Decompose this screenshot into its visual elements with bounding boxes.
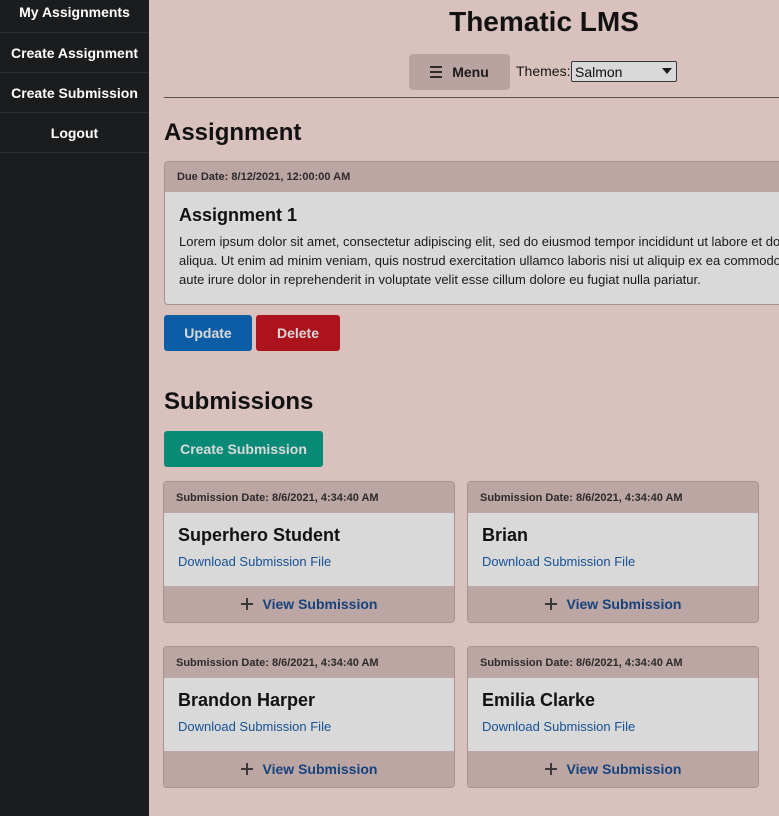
submission-date: Submission Date: 8/6/2021, 4:34:40 AM — [164, 647, 454, 678]
menu-button-label: Menu — [452, 64, 489, 80]
submission-date: Submission Date: 8/6/2021, 4:34:40 AM — [468, 647, 758, 678]
delete-button[interactable]: Delete — [256, 315, 340, 351]
view-submission-button[interactable]: View Submission — [164, 586, 454, 622]
menu-button[interactable]: Menu — [409, 54, 510, 90]
download-submission-link[interactable]: Download Submission File — [482, 719, 758, 734]
submission-card: Submission Date: 8/6/2021, 4:34:40 AM Br… — [467, 481, 759, 623]
submissions-heading: Submissions — [164, 388, 314, 415]
hamburger-icon — [430, 66, 443, 78]
main-content: Thematic LMS Menu Themes: Salmon Assignm… — [149, 0, 779, 816]
create-submission-button[interactable]: Create Submission — [164, 431, 323, 467]
assignment-due-date: Due Date: 8/12/2021, 12:00:00 AM — [165, 162, 779, 192]
assignment-description: Lorem ipsum dolor sit amet, consectetur … — [179, 232, 779, 289]
submission-student-name: Superhero Student — [178, 525, 341, 545]
submission-card: Submission Date: 8/6/2021, 4:34:40 AM Br… — [163, 646, 455, 788]
themes-label: Themes: — [516, 63, 571, 79]
assignment-title: Assignment 1 — [179, 205, 298, 225]
assignment-card: Due Date: 8/12/2021, 12:00:00 AM Assignm… — [164, 161, 779, 305]
sidebar-item-create-submission[interactable]: Create Submission — [0, 73, 149, 113]
download-submission-link[interactable]: Download Submission File — [482, 554, 758, 569]
submission-date: Submission Date: 8/6/2021, 4:34:40 AM — [164, 482, 454, 513]
theme-select-value: Salmon — [575, 63, 623, 80]
update-button[interactable]: Update — [164, 315, 252, 351]
view-submission-label: View Submission — [566, 761, 682, 777]
sidebar-item-logout[interactable]: Logout — [0, 113, 149, 153]
plus-icon — [544, 598, 557, 610]
plus-icon — [240, 763, 253, 775]
view-submission-label: View Submission — [262, 761, 378, 777]
app-title: Thematic LMS — [449, 6, 639, 37]
view-submission-button[interactable]: View Submission — [468, 751, 758, 787]
theme-select[interactable]: Salmon — [571, 61, 677, 82]
plus-icon — [544, 763, 557, 775]
download-submission-link[interactable]: Download Submission File — [178, 719, 454, 734]
view-submission-label: View Submission — [566, 596, 682, 612]
submission-card: Submission Date: 8/6/2021, 4:34:40 AM Su… — [163, 481, 455, 623]
assignment-description-line: Lorem ipsum dolor sit amet, consectetur … — [179, 234, 779, 249]
assignment-description-line: aliqua. Ut enim ad minim veniam, quis no… — [179, 253, 779, 268]
download-submission-link[interactable]: Download Submission File — [178, 554, 454, 569]
view-submission-label: View Submission — [262, 596, 378, 612]
submission-student-name: Brandon Harper — [178, 690, 316, 710]
assignment-heading: Assignment — [164, 119, 302, 146]
submission-student-name: Emilia Clarke — [482, 690, 596, 710]
plus-icon — [240, 598, 253, 610]
sidebar-item-my-assignments[interactable]: My Assignments — [0, 0, 149, 33]
chevron-down-icon — [662, 68, 672, 74]
sidebar: My Assignments Create Assignment Create … — [0, 0, 149, 816]
submission-card: Submission Date: 8/6/2021, 4:34:40 AM Em… — [467, 646, 759, 788]
assignment-description-line: aute irure dolor in reprehenderit in vol… — [179, 272, 701, 287]
view-submission-button[interactable]: View Submission — [164, 751, 454, 787]
submission-student-name: Brian — [482, 525, 529, 545]
header-divider — [164, 97, 779, 98]
view-submission-button[interactable]: View Submission — [468, 586, 758, 622]
submission-date: Submission Date: 8/6/2021, 4:34:40 AM — [468, 482, 758, 513]
sidebar-item-create-assignment[interactable]: Create Assignment — [0, 33, 149, 73]
